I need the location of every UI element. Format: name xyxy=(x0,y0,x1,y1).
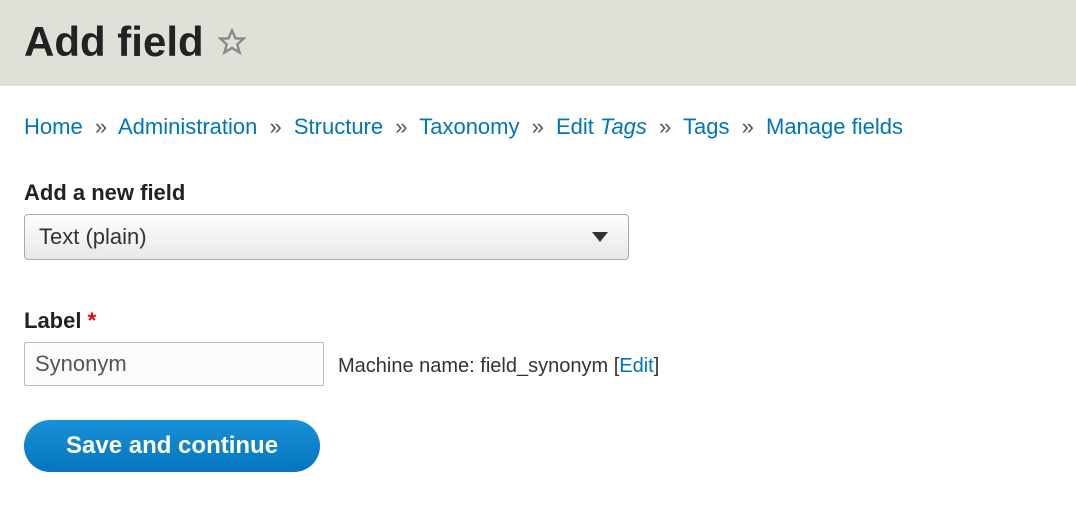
breadcrumb-tags[interactable]: Tags xyxy=(683,114,729,139)
breadcrumb-edit-tags[interactable]: Edit Tags xyxy=(556,114,647,139)
breadcrumb-home[interactable]: Home xyxy=(24,114,83,139)
title-bar: Add field xyxy=(0,0,1076,86)
content-area: Home » Administration » Structure » Taxo… xyxy=(0,86,1076,500)
label-input[interactable] xyxy=(24,342,324,386)
machine-name-display: Machine name: field_synonym [Edit] xyxy=(338,355,659,378)
breadcrumb-administration[interactable]: Administration xyxy=(118,114,257,139)
field-type-value: Text (plain) xyxy=(39,224,147,250)
breadcrumb: Home » Administration » Structure » Taxo… xyxy=(24,114,1052,140)
required-mark: * xyxy=(88,308,97,333)
breadcrumb-manage-fields[interactable]: Manage fields xyxy=(766,114,903,139)
star-icon[interactable] xyxy=(218,28,246,56)
save-continue-button[interactable]: Save and continue xyxy=(24,420,320,472)
breadcrumb-sep: » xyxy=(95,114,107,139)
breadcrumb-sep: » xyxy=(269,114,281,139)
machine-name-edit-link[interactable]: Edit xyxy=(619,355,653,377)
field-type-select[interactable]: Text (plain) xyxy=(24,214,629,260)
chevron-down-icon xyxy=(592,232,608,242)
new-field-label: Add a new field xyxy=(24,180,1052,206)
label-field-label: Label * xyxy=(24,308,324,334)
breadcrumb-taxonomy[interactable]: Taxonomy xyxy=(419,114,519,139)
page-title: Add field xyxy=(24,18,204,66)
breadcrumb-structure[interactable]: Structure xyxy=(294,114,383,139)
breadcrumb-sep: » xyxy=(659,114,671,139)
breadcrumb-sep: » xyxy=(742,114,754,139)
breadcrumb-sep: » xyxy=(532,114,544,139)
breadcrumb-sep: » xyxy=(395,114,407,139)
